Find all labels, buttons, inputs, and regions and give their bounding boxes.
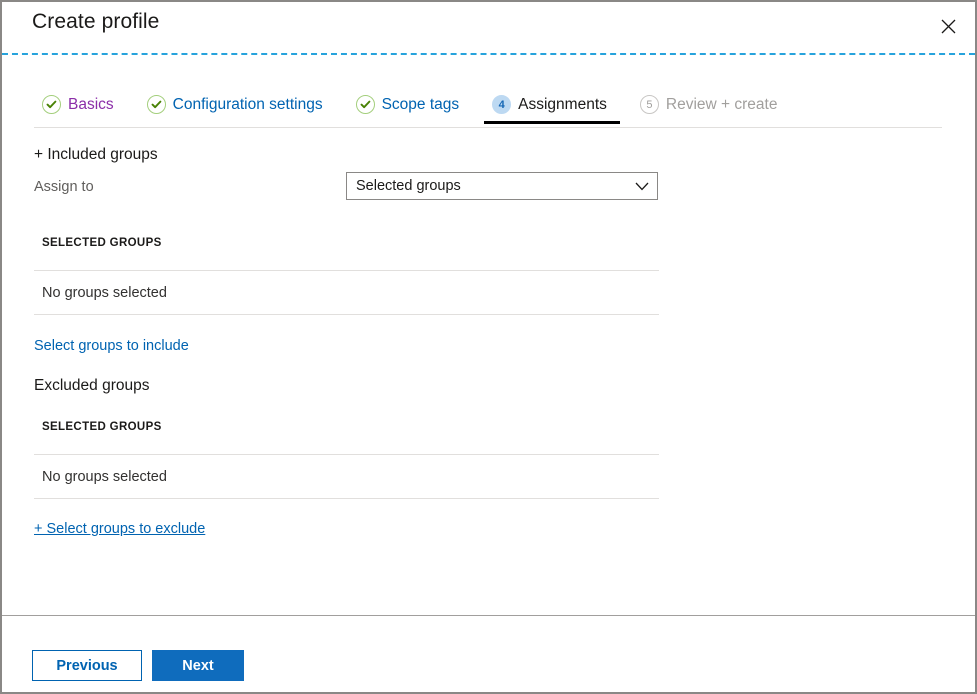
select-groups-to-exclude-link[interactable]: + Select groups to exclude <box>34 521 205 537</box>
dialog-titlebar: Create profile <box>2 2 975 54</box>
step-number-badge: 5 <box>639 95 659 114</box>
assign-to-row: Assign to Selected groups <box>34 172 659 204</box>
title-dashed-divider <box>2 53 975 55</box>
included-groups-heading: + Included groups <box>34 146 158 163</box>
excluded-empty-text: No groups selected <box>42 468 167 485</box>
assign-to-dropdown-value: Selected groups <box>356 177 461 194</box>
next-button[interactable]: Next <box>152 650 244 681</box>
wizard-tabs: Basics Configuration settings Scope tags… <box>34 88 942 128</box>
tab-basics[interactable]: Basics <box>34 88 127 124</box>
tab-configuration-settings-label: Configuration settings <box>172 95 323 113</box>
tab-configuration-settings[interactable]: Configuration settings <box>139 88 336 124</box>
assign-to-dropdown[interactable]: Selected groups <box>346 172 658 200</box>
included-empty-text: No groups selected <box>42 284 167 301</box>
previous-button[interactable]: Previous <box>32 650 142 681</box>
excluded-selected-groups-header: SELECTED GROUPS <box>42 421 162 433</box>
close-icon <box>941 19 956 34</box>
tab-assignments[interactable]: 4 Assignments <box>484 88 620 124</box>
excluded-groups-list: No groups selected <box>34 454 659 499</box>
included-groups-list: No groups selected <box>34 270 659 315</box>
check-circle-icon <box>355 95 375 114</box>
page-title: Create profile <box>32 10 160 33</box>
tab-scope-tags[interactable]: Scope tags <box>348 88 473 124</box>
tab-assignments-label: Assignments <box>518 95 607 113</box>
list-item: No groups selected <box>34 270 659 315</box>
included-selected-groups-header: SELECTED GROUPS <box>42 237 162 249</box>
excluded-groups-heading: Excluded groups <box>34 377 150 394</box>
list-item: No groups selected <box>34 454 659 499</box>
footer-divider <box>2 615 975 616</box>
create-profile-dialog: Create profile Basics Configuration sett… <box>0 0 977 694</box>
dialog-footer: Previous Next <box>32 650 244 681</box>
chevron-down-icon <box>627 182 657 191</box>
tabs-divider <box>34 127 942 128</box>
tab-review-create-label: Review + create <box>665 95 778 113</box>
check-circle-icon <box>42 95 61 114</box>
assign-to-label: Assign to <box>34 179 94 195</box>
step-number-badge: 4 <box>492 95 512 114</box>
tab-review-create[interactable]: 5 Review + create <box>632 88 791 124</box>
tab-scope-tags-label: Scope tags <box>381 95 460 113</box>
select-groups-to-include-link[interactable]: Select groups to include <box>34 338 189 354</box>
close-button[interactable] <box>927 6 969 46</box>
check-circle-icon <box>146 95 166 114</box>
tab-basics-label: Basics <box>68 95 114 113</box>
